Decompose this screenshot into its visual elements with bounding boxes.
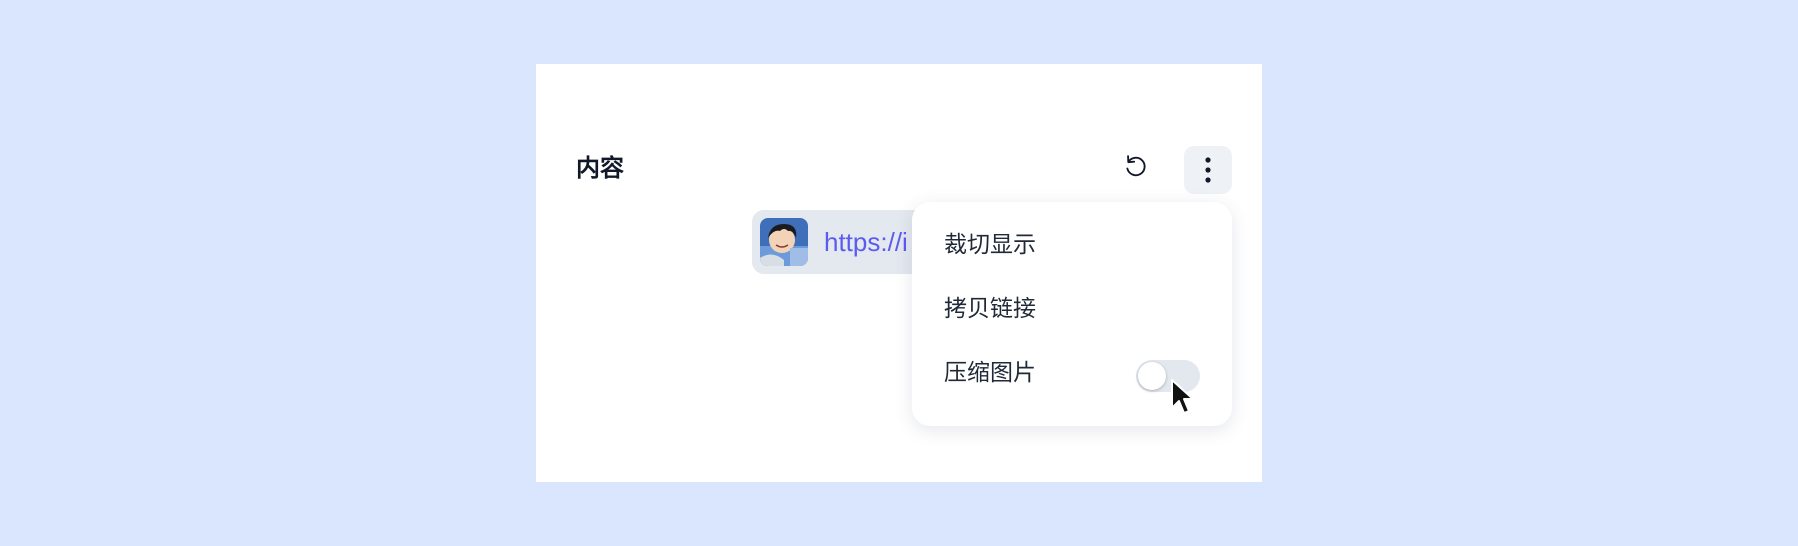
toggle-knob [1138, 362, 1166, 390]
compress-image-toggle[interactable] [1136, 360, 1200, 392]
menu-item-crop-display[interactable]: 裁切显示 [912, 218, 1232, 274]
more-options-menu: 裁切显示 拷贝链接 压缩图片 [912, 202, 1232, 426]
menu-item-label: 拷贝链接 [944, 296, 1036, 322]
image-thumbnail [760, 218, 808, 266]
menu-item-copy-link[interactable]: 拷贝链接 [912, 282, 1232, 338]
more-vertical-icon [1205, 157, 1211, 183]
undo-icon [1126, 155, 1146, 177]
link-url-text[interactable]: https://i [824, 228, 908, 257]
undo-button[interactable] [1120, 150, 1152, 182]
panel-title: 内容 [576, 154, 624, 182]
menu-item-label: 压缩图片 [944, 360, 1036, 386]
menu-item-compress-image: 压缩图片 [912, 346, 1232, 402]
menu-item-label: 裁切显示 [944, 232, 1036, 258]
more-options-button[interactable] [1184, 146, 1232, 194]
content-panel: 内容 https://i 裁切显示 拷贝链接 压缩图片 [536, 64, 1262, 482]
